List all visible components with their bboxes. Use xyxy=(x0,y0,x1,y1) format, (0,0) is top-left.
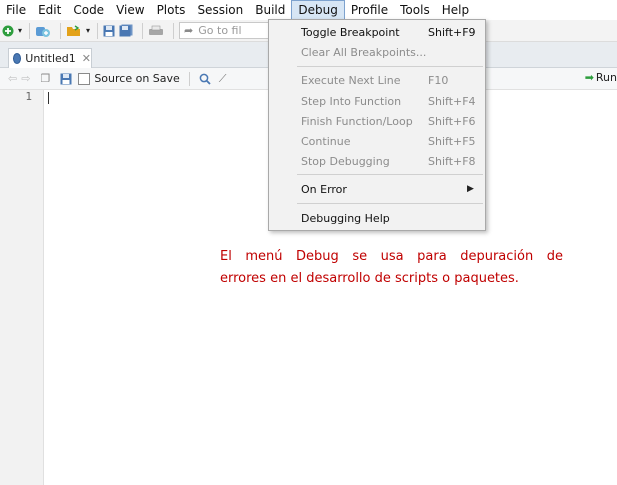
menu-item-label: On Error xyxy=(301,182,347,196)
save-icon[interactable] xyxy=(103,22,115,40)
menu-item-shortcut: Shift+F6 xyxy=(428,114,476,128)
save-icon[interactable] xyxy=(60,73,72,85)
toolbar-divider xyxy=(60,22,62,39)
run-arrow-icon: ➡ xyxy=(584,71,594,84)
menu-file[interactable]: File xyxy=(0,0,32,20)
menu-build[interactable]: Build xyxy=(249,0,291,20)
magic-wand-icon[interactable]: ⟋ xyxy=(219,72,227,86)
annotation-line-1: El menú Debug se usa para depuración de xyxy=(220,249,563,264)
menu-view[interactable]: View xyxy=(110,0,150,20)
submenu-arrow-icon: ▶ xyxy=(467,184,474,194)
open-folder-icon[interactable] xyxy=(66,22,82,40)
goto-arrow-icon: ➦ xyxy=(184,24,194,37)
new-file-icon[interactable] xyxy=(2,22,14,40)
debug-dropdown-menu: Toggle Breakpoint Shift+F9 Clear All Bre… xyxy=(268,19,486,231)
menu-plots[interactable]: Plots xyxy=(151,0,192,20)
menu-item-shortcut: Shift+F8 xyxy=(428,154,476,168)
menu-item-label: Finish Function/Loop xyxy=(301,114,413,128)
menu-separator xyxy=(297,66,483,67)
menu-item-debugging-help[interactable]: Debugging Help xyxy=(269,208,485,228)
line-gutter: 1 xyxy=(0,90,44,485)
run-button[interactable]: ➡ Run xyxy=(585,71,617,84)
toolbar-divider xyxy=(188,71,190,86)
menu-tools[interactable]: Tools xyxy=(394,0,436,20)
run-label: Run xyxy=(595,71,617,84)
menu-item-label: Continue xyxy=(301,134,351,148)
new-project-icon[interactable] xyxy=(35,22,51,40)
goto-file-input[interactable]: ➦ Go to fil xyxy=(179,22,270,39)
close-icon[interactable]: ✕ xyxy=(82,52,91,65)
source-on-save-label: Source on Save xyxy=(94,72,180,85)
menu-item-shortcut: Shift+F5 xyxy=(428,134,476,148)
print-icon[interactable] xyxy=(148,22,164,40)
show-in-window-icon[interactable]: ❐ xyxy=(40,72,50,85)
tab-untitled1[interactable]: Untitled1 ✕ xyxy=(8,48,92,68)
toolbar-divider xyxy=(142,22,144,39)
menu-debug[interactable]: Debug xyxy=(291,0,345,20)
menu-item-label: Stop Debugging xyxy=(301,154,390,168)
chevron-down-icon[interactable]: ▾ xyxy=(18,22,22,40)
menu-item-label: Debugging Help xyxy=(301,211,390,225)
toolbar-divider xyxy=(97,22,99,39)
search-icon[interactable] xyxy=(199,73,211,85)
menu-edit[interactable]: Edit xyxy=(32,0,67,20)
goto-placeholder: Go to fil xyxy=(198,24,242,37)
forward-arrow-icon[interactable]: ⇨ xyxy=(21,72,30,85)
menu-item-label: Execute Next Line xyxy=(301,73,401,87)
menu-item-label: Toggle Breakpoint xyxy=(301,25,400,39)
menu-item-step-into-function[interactable]: Step Into Function Shift+F4 xyxy=(269,91,485,111)
back-arrow-icon[interactable]: ⇦ xyxy=(8,72,17,85)
menu-profile[interactable]: Profile xyxy=(345,0,394,20)
menu-separator xyxy=(297,174,483,175)
chevron-down-icon[interactable]: ▾ xyxy=(86,22,90,40)
menu-item-on-error[interactable]: On Error ▶ xyxy=(269,179,485,199)
source-on-save-checkbox[interactable] xyxy=(78,72,91,85)
menu-item-shortcut: F10 xyxy=(428,73,449,87)
tab-title: Untitled1 xyxy=(25,52,76,65)
annotation-text: El menú Debug se usa para depuración de … xyxy=(220,246,563,290)
annotation-line-2: errores en el desarrollo de scripts o pa… xyxy=(220,271,519,286)
menu-item-label: Clear All Breakpoints... xyxy=(301,45,427,59)
menu-item-toggle-breakpoint[interactable]: Toggle Breakpoint Shift+F9 xyxy=(269,22,485,42)
menu-item-label: Step Into Function xyxy=(301,94,402,108)
menu-item-finish-function-loop[interactable]: Finish Function/Loop Shift+F6 xyxy=(269,111,485,131)
menu-separator xyxy=(297,203,483,204)
menu-item-stop-debugging[interactable]: Stop Debugging Shift+F8 xyxy=(269,151,485,171)
menu-item-shortcut: Shift+F9 xyxy=(428,25,476,39)
toolbar-divider xyxy=(29,22,31,39)
menubar: File Edit Code View Plots Session Build … xyxy=(0,0,617,20)
save-all-icon[interactable] xyxy=(119,22,133,40)
menu-item-execute-next-line[interactable]: Execute Next Line F10 xyxy=(269,70,485,90)
menu-code[interactable]: Code xyxy=(67,0,110,20)
menu-item-clear-all-breakpoints[interactable]: Clear All Breakpoints... xyxy=(269,42,485,62)
menu-item-continue[interactable]: Continue Shift+F5 xyxy=(269,131,485,151)
line-number: 1 xyxy=(25,90,32,103)
menu-session[interactable]: Session xyxy=(191,0,249,20)
r-script-icon xyxy=(13,53,22,64)
toolbar-divider xyxy=(173,22,175,39)
menu-item-shortcut: Shift+F4 xyxy=(428,94,476,108)
menu-help[interactable]: Help xyxy=(436,0,475,20)
